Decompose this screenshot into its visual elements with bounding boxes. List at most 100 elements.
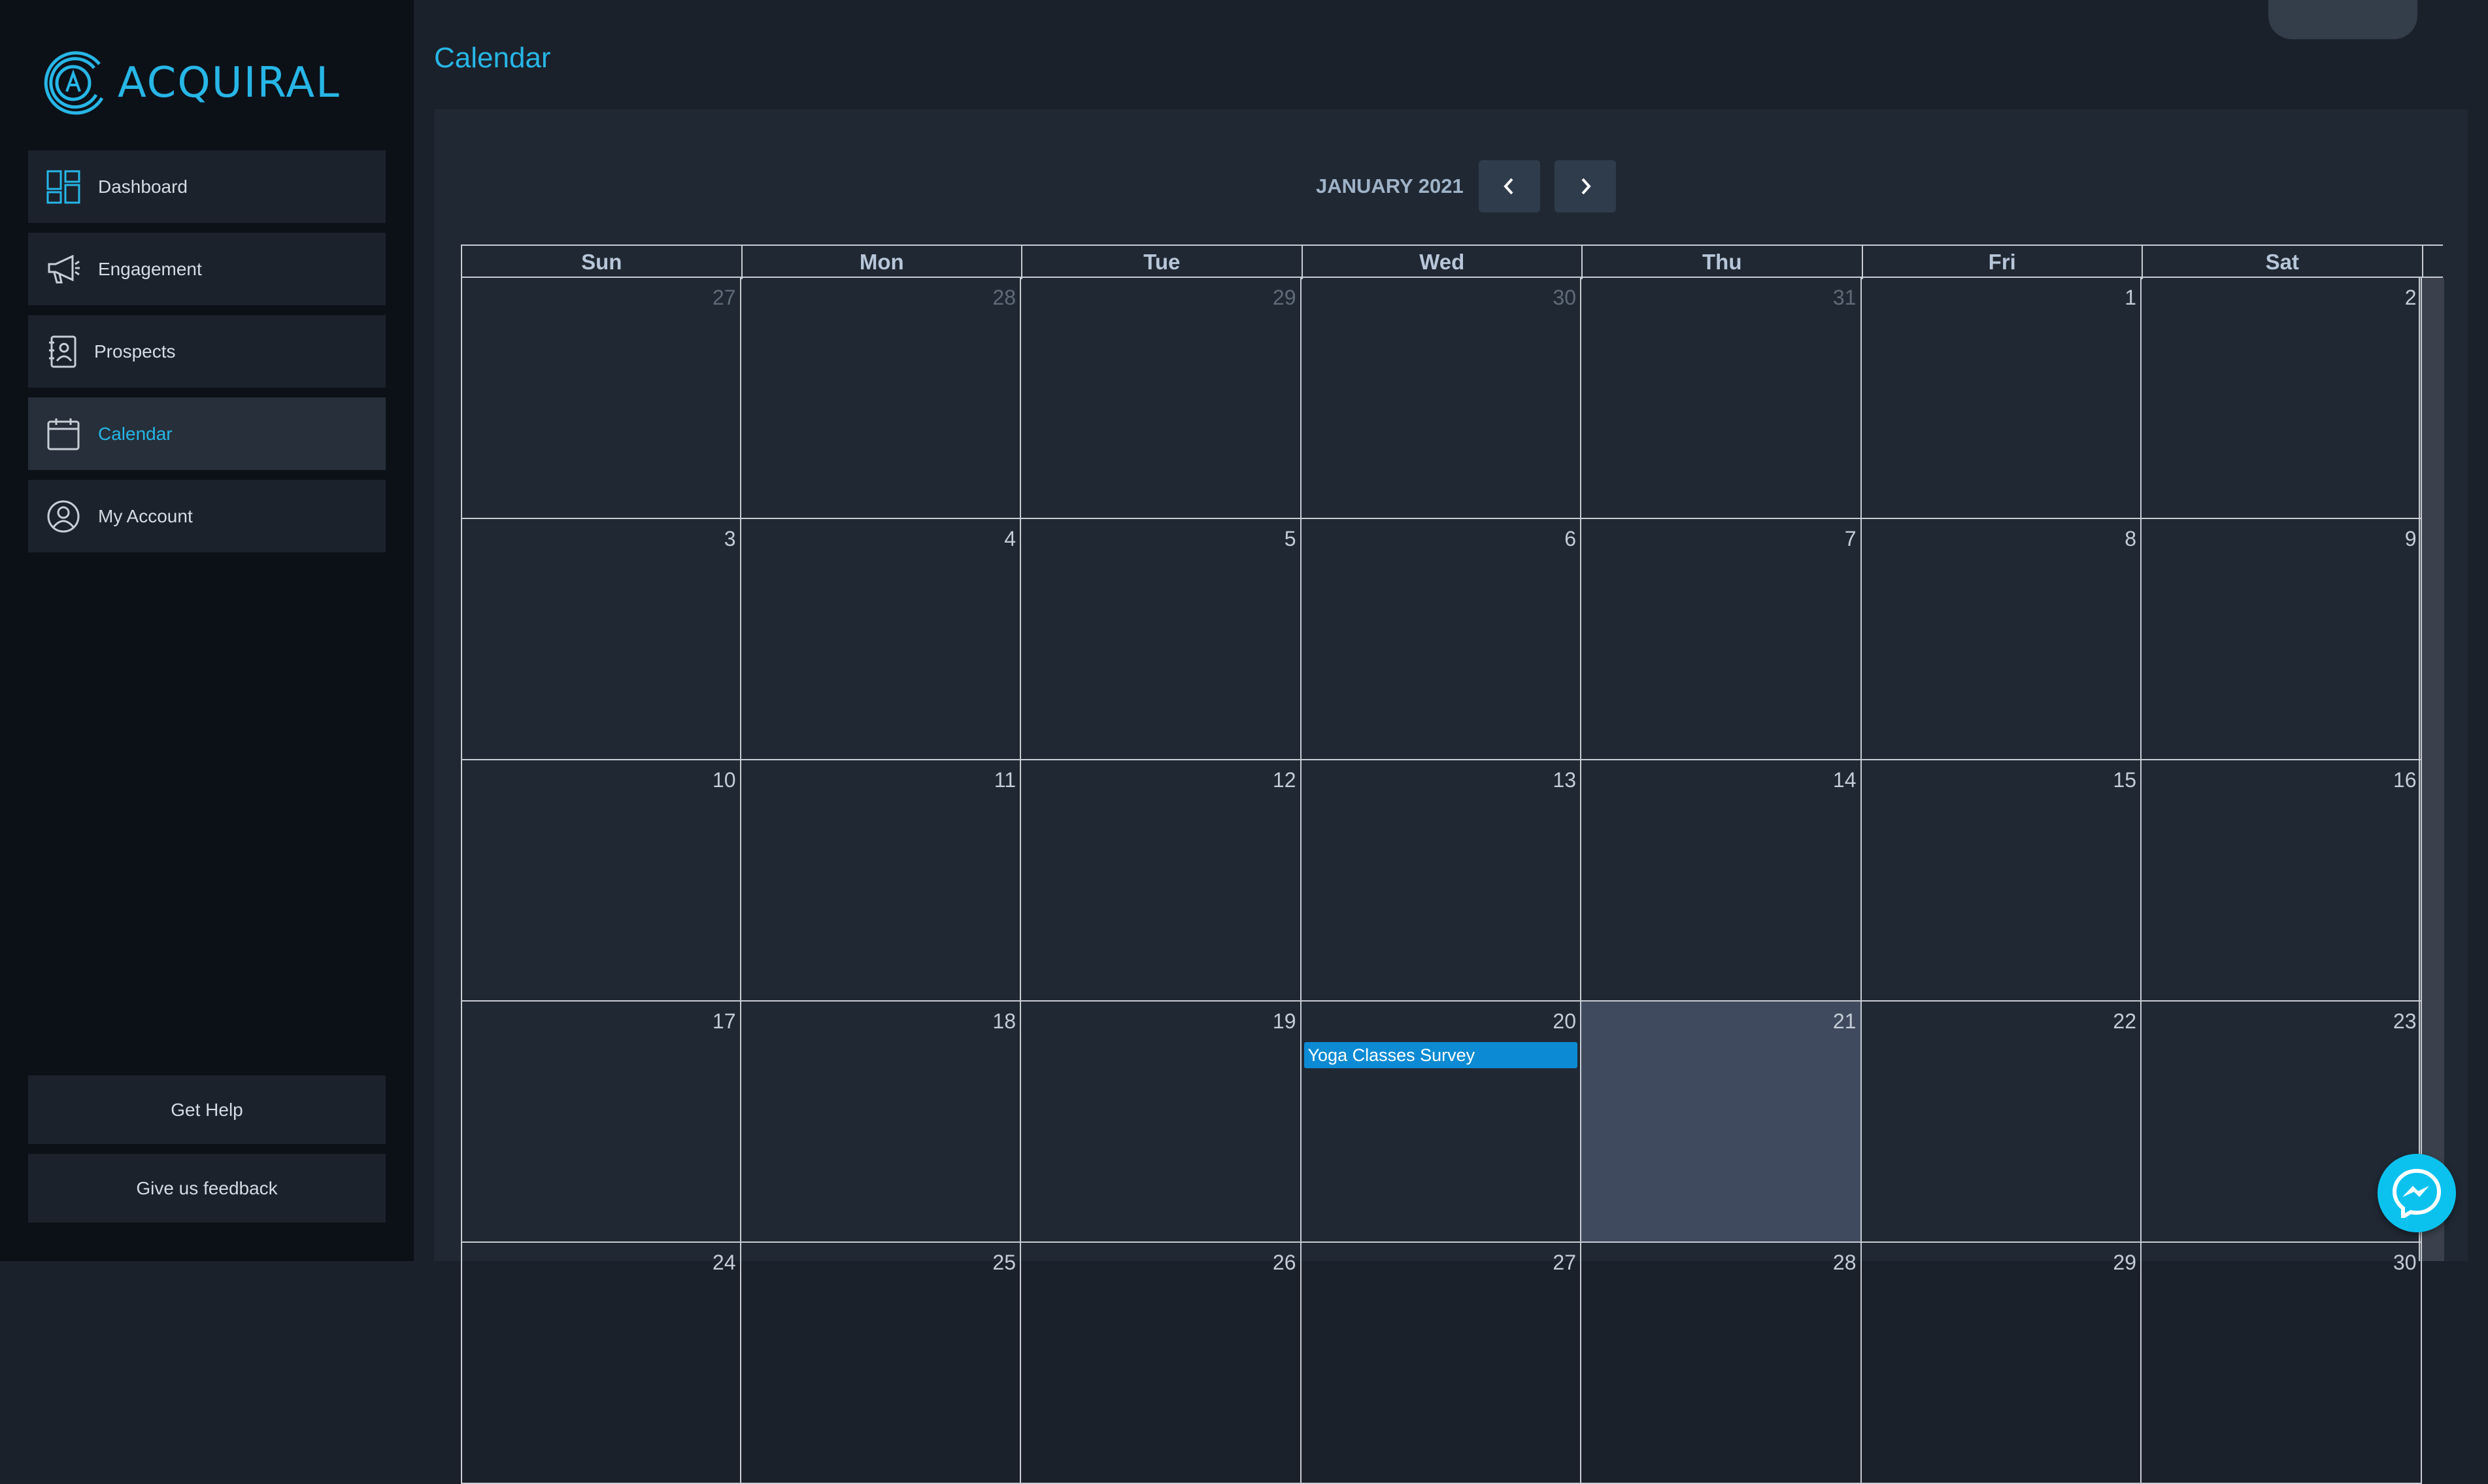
calendar-day-cell[interactable]: 8 <box>1861 519 2142 760</box>
day-number: 25 <box>992 1251 1016 1274</box>
calendar-day-cell[interactable]: 6 <box>1301 519 1581 760</box>
day-number: 2 <box>2404 286 2417 309</box>
megaphone-icon <box>48 254 80 284</box>
day-number: 17 <box>712 1009 736 1033</box>
calendar-day-cell[interactable]: 27 <box>461 278 741 519</box>
day-number: 20 <box>1553 1009 1576 1033</box>
calendar-day-cell[interactable]: 5 <box>1021 519 1302 760</box>
day-number: 4 <box>1004 527 1016 550</box>
calendar-day-cell[interactable]: 22 <box>1861 1002 2142 1243</box>
calendar-day-cell[interactable]: 24 <box>461 1243 741 1484</box>
calendar-day-cell[interactable]: 4 <box>741 519 1021 760</box>
weekday-label: Wed <box>1303 246 1583 279</box>
calendar-day-cell[interactable]: 11 <box>741 760 1021 1002</box>
calendar-day-cell[interactable]: 21 <box>1581 1002 1862 1243</box>
next-month-button[interactable] <box>1555 160 1616 212</box>
day-number: 12 <box>1272 768 1296 792</box>
give-feedback-button[interactable]: Give us feedback <box>28 1154 386 1223</box>
calendar-event[interactable]: Yoga Classes Survey <box>1303 1042 1577 1068</box>
calendar-day-cell[interactable]: 28 <box>741 278 1021 519</box>
day-number: 8 <box>2125 527 2136 550</box>
previous-month-button[interactable] <box>1479 160 1540 212</box>
calendar-day-cell[interactable]: 26 <box>1021 1243 1302 1484</box>
day-number: 30 <box>2393 1251 2417 1274</box>
sidebar-item-engagement[interactable]: Engagement <box>28 233 386 305</box>
calendar-day-cell[interactable]: 29 <box>1021 278 1302 519</box>
sidebar-item-my-account[interactable]: My Account <box>28 480 386 552</box>
day-number: 24 <box>712 1251 736 1274</box>
weekday-label: Sun <box>462 246 743 279</box>
day-number: 31 <box>1832 286 1857 309</box>
day-number: 27 <box>1553 1251 1576 1274</box>
sidebar-item-calendar[interactable]: Calendar <box>28 397 386 470</box>
calendar-day-cell[interactable]: 9 <box>2142 519 2422 760</box>
month-label: JANUARY 2021 <box>1316 175 1464 197</box>
day-number: 28 <box>1832 1251 1857 1274</box>
calendar-day-cell[interactable]: 25 <box>741 1243 1021 1484</box>
calendar-day-cell[interactable]: 17 <box>461 1002 741 1243</box>
acquiral-logo[interactable]: ACQUIRAL <box>39 47 341 119</box>
calendar-icon <box>47 418 80 450</box>
calendar-day-cell[interactable]: 16 <box>2142 760 2422 1002</box>
day-number: 29 <box>2113 1251 2136 1274</box>
calendar-day-cell[interactable]: 19 <box>1021 1002 1302 1243</box>
sidebar-item-prospects[interactable]: Prospects <box>28 315 386 388</box>
day-number: 13 <box>1553 768 1576 792</box>
sidebar-item-dashboard[interactable]: Dashboard <box>28 150 386 223</box>
day-number: 3 <box>724 527 736 550</box>
calendar-day-cell[interactable]: 31 <box>1581 278 1862 519</box>
calendar-day-cell[interactable]: 14 <box>1581 760 1862 1002</box>
calendar-day-cell[interactable]: 27 <box>1301 1243 1581 1484</box>
weekday-label: Fri <box>1863 246 2143 279</box>
day-number: 19 <box>1272 1009 1296 1033</box>
calendar-panel: JANUARY 2021 Sun Mon Tue Wed Thu Fri Sat 27 28 2… <box>434 109 2468 1484</box>
sidebar-item-label: Dashboard <box>98 176 188 197</box>
weekday-label: Sat <box>2143 246 2423 279</box>
calendar-day-cell[interactable]: 30 <box>2142 1243 2422 1484</box>
day-number: 29 <box>1272 286 1296 309</box>
calendar-day-cell[interactable]: 13 <box>1301 760 1581 1002</box>
day-number: 22 <box>2113 1009 2136 1033</box>
calendar-day-cell[interactable]: 1 <box>1861 278 2142 519</box>
day-number: 16 <box>2393 768 2417 792</box>
calendar-day-cell[interactable]: 3 <box>461 519 741 760</box>
day-number: 26 <box>1272 1251 1296 1274</box>
day-number: 6 <box>1564 527 1576 550</box>
get-help-button[interactable]: Get Help <box>28 1075 386 1144</box>
acquiral-logo-icon <box>44 51 104 115</box>
day-number: 23 <box>2393 1009 2417 1033</box>
calendar-scrollbar[interactable] <box>2419 278 2444 1261</box>
day-number: 30 <box>1553 286 1576 309</box>
messenger-icon <box>2392 1168 2442 1218</box>
sidebar-item-label: My Account <box>98 505 193 526</box>
calendar-day-cell[interactable]: 12 <box>1021 760 1302 1002</box>
calendar-day-cell[interactable]: 28 <box>1581 1243 1862 1484</box>
sidebar-item-label: Engagement <box>98 258 202 279</box>
calendar-day-cell[interactable]: 15 <box>1861 760 2142 1002</box>
day-number: 5 <box>1284 527 1296 550</box>
contact-book-icon <box>49 335 76 368</box>
calendar-day-cell[interactable]: 2 <box>2142 278 2422 519</box>
day-number: 14 <box>1832 768 1857 792</box>
calendar-day-cell[interactable]: 20 Yoga Classes Survey <box>1301 1002 1581 1243</box>
calendar-day-cell[interactable]: 30 <box>1301 278 1581 519</box>
calendar-day-cell[interactable]: 7 <box>1581 519 1862 760</box>
day-number: 9 <box>2404 527 2417 550</box>
page-title: Calendar <box>434 42 551 74</box>
sidebar-item-label: Prospects <box>94 341 176 362</box>
weekday-label: Thu <box>1583 246 1863 279</box>
sidebar-item-label: Calendar <box>98 423 173 444</box>
day-number: 1 <box>2125 286 2136 309</box>
weekday-label: Mon <box>743 246 1022 279</box>
user-menu-button[interactable] <box>2268 0 2417 39</box>
user-circle-icon <box>47 500 80 533</box>
calendar-day-cell[interactable]: 10 <box>461 760 741 1002</box>
calendar-day-cell[interactable]: 18 <box>741 1002 1021 1243</box>
calendar-day-cell[interactable]: 29 <box>1861 1243 2142 1484</box>
logo-text: ACQUIRAL <box>118 59 341 107</box>
weekday-label: Tue <box>1022 246 1303 279</box>
weekday-header: Sun Mon Tue Wed Thu Fri Sat <box>461 245 2443 279</box>
messenger-chat-button[interactable] <box>2378 1154 2456 1232</box>
day-number: 10 <box>712 768 736 792</box>
chevron-left-icon <box>1504 178 1513 195</box>
